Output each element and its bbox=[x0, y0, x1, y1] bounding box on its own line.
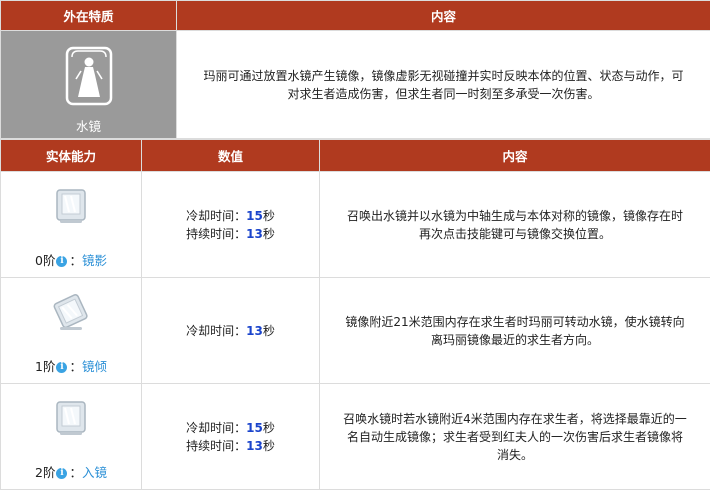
duration-stat: 持续时间：13秒 bbox=[186, 226, 275, 241]
ability-description: 召唤水镜时若水镜附近4米范围内存在求生者，将选择最靠近的一名自动生成镜像；求生者… bbox=[319, 383, 710, 490]
values-header: 数值 bbox=[141, 139, 320, 172]
ability-cell: 2阶 i ：入镜 bbox=[0, 383, 142, 490]
ability-table: 实体能力 数值 内容 0阶 i ：镜影 冷却时间：15秒 持续时间：13秒 召唤出水… bbox=[0, 139, 710, 490]
skill-link-jingying[interactable]: 镜影 bbox=[82, 253, 107, 268]
info-icon[interactable]: i bbox=[56, 362, 68, 373]
tier-line: 2阶 i ：入镜 bbox=[35, 465, 107, 480]
skill-link-rujing[interactable]: 入镜 bbox=[82, 465, 107, 480]
trait-label: 水镜 bbox=[75, 119, 101, 134]
ability-description: 镜像附近21米范围内存在求生者时玛丽可转动水镜，使水镜转向离玛丽镜像最近的求生者… bbox=[319, 277, 710, 384]
trait-content-header: 内容 bbox=[176, 0, 710, 31]
ability-header-label: 实体能力 bbox=[0, 139, 142, 172]
mirror-icon bbox=[1, 186, 141, 229]
cooldown-stat: 冷却时间：15秒 bbox=[186, 420, 275, 435]
trait-header-label: 外在特质 bbox=[0, 0, 177, 31]
mirror-icon bbox=[1, 398, 141, 441]
table-row: 2阶 i ：入镜 冷却时间：15秒 持续时间：13秒 召唤水镜时若水镜附近4米范围内… bbox=[0, 383, 710, 490]
tier-label: 0阶 bbox=[35, 253, 56, 268]
mirror-lady-icon bbox=[1, 45, 176, 110]
tier-line: 0阶 i ：镜影 bbox=[35, 253, 107, 268]
skill-link-jingqing[interactable]: 镜倾 bbox=[82, 359, 107, 374]
ability-content-header: 内容 bbox=[319, 139, 710, 172]
tier-line: 1阶 i ：镜倾 bbox=[35, 359, 107, 374]
stats-cell: 冷却时间：15秒 持续时间：13秒 bbox=[141, 171, 320, 278]
trait-table: 外在特质 内容 水镜 玛丽可通过放置水镜产生镜像，镜像虚影无视碰撞并实时反映本体… bbox=[0, 0, 710, 139]
tier-label: 1阶 bbox=[35, 359, 56, 374]
table-row: 0阶 i ：镜影 冷却时间：15秒 持续时间：13秒 召唤出水镜并以水镜为中轴生成与… bbox=[0, 171, 710, 278]
table-row: 1阶 i ：镜倾 冷却时间：13秒 镜像附近21米范围内存在求生者时玛丽可转动水镜，… bbox=[0, 277, 710, 384]
stats-cell: 冷却时间：15秒 持续时间：13秒 bbox=[141, 383, 320, 490]
duration-stat: 持续时间：13秒 bbox=[186, 438, 275, 453]
ability-cell: 0阶 i ：镜影 bbox=[0, 171, 142, 278]
tilted-mirror-icon bbox=[1, 292, 141, 335]
info-icon[interactable]: i bbox=[56, 256, 68, 267]
ability-description: 召唤出水镜并以水镜为中轴生成与本体对称的镜像，镜像存在时再次点击技能键可与镜像交… bbox=[319, 171, 710, 278]
tier-label: 2阶 bbox=[35, 465, 56, 480]
info-icon[interactable]: i bbox=[56, 468, 68, 479]
cooldown-stat: 冷却时间：13秒 bbox=[186, 323, 275, 338]
ability-cell: 1阶 i ：镜倾 bbox=[0, 277, 142, 384]
cooldown-stat: 冷却时间：15秒 bbox=[186, 208, 275, 223]
trait-cell: 水镜 bbox=[0, 30, 177, 139]
trait-description: 玛丽可通过放置水镜产生镜像，镜像虚影无视碰撞并实时反映本体的位置、状态与动作，可… bbox=[176, 30, 710, 139]
stats-cell: 冷却时间：13秒 bbox=[141, 277, 320, 384]
